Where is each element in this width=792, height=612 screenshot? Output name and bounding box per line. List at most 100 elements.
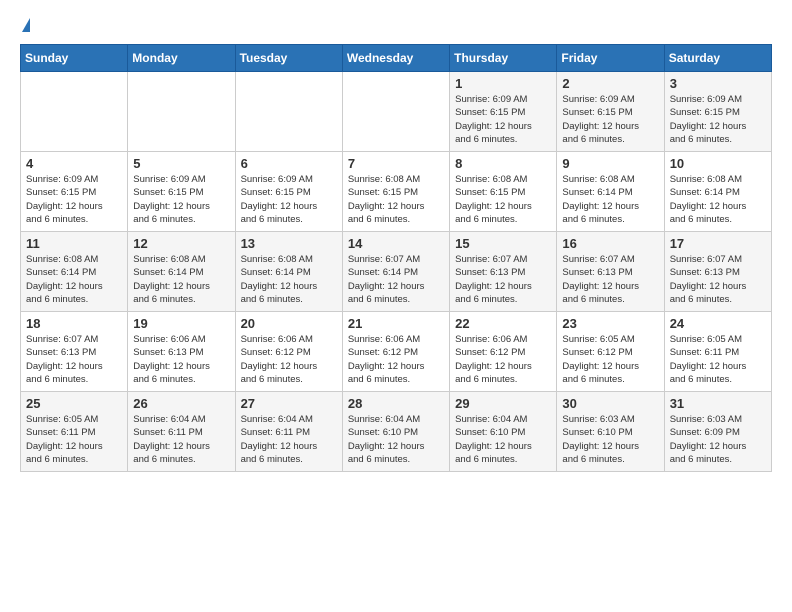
calendar-cell: [235, 72, 342, 152]
calendar-cell: 17 Sunrise: 6:07 AM Sunset: 6:13 PM Dayli…: [664, 232, 771, 312]
cell-content: Sunrise: 6:06 AM Sunset: 6:12 PM Dayligh…: [241, 333, 337, 386]
day-number: 11: [26, 236, 122, 251]
cell-content: Sunrise: 6:08 AM Sunset: 6:14 PM Dayligh…: [670, 173, 766, 226]
day-number: 22: [455, 316, 551, 331]
day-number: 25: [26, 396, 122, 411]
cell-content: Sunrise: 6:09 AM Sunset: 6:15 PM Dayligh…: [455, 93, 551, 146]
calendar-cell: 21 Sunrise: 6:06 AM Sunset: 6:12 PM Dayli…: [342, 312, 449, 392]
calendar-cell: 19 Sunrise: 6:06 AM Sunset: 6:13 PM Dayli…: [128, 312, 235, 392]
calendar-table: SundayMondayTuesdayWednesdayThursdayFrid…: [20, 44, 772, 472]
calendar-cell: 24 Sunrise: 6:05 AM Sunset: 6:11 PM Dayli…: [664, 312, 771, 392]
day-number: 17: [670, 236, 766, 251]
cell-content: Sunrise: 6:06 AM Sunset: 6:13 PM Dayligh…: [133, 333, 229, 386]
day-number: 6: [241, 156, 337, 171]
cell-content: Sunrise: 6:07 AM Sunset: 6:13 PM Dayligh…: [670, 253, 766, 306]
calendar-cell: 8Sunrise: 6:08 AM Sunset: 6:15 PM Daylig…: [450, 152, 557, 232]
calendar-cell: 13 Sunrise: 6:08 AM Sunset: 6:14 PM Dayli…: [235, 232, 342, 312]
calendar-cell: 3 Sunrise: 6:09 AM Sunset: 6:15 PM Daylig…: [664, 72, 771, 152]
day-number: 5: [133, 156, 229, 171]
cell-content: Sunrise: 6:09 AM Sunset: 6:15 PM Dayligh…: [26, 173, 122, 226]
calendar-cell: 23 Sunrise: 6:05 AM Sunset: 6:12 PM Dayli…: [557, 312, 664, 392]
day-number: 1: [455, 76, 551, 91]
calendar-cell: 2 Sunrise: 6:09 AM Sunset: 6:15 PM Daylig…: [557, 72, 664, 152]
day-number: 19: [133, 316, 229, 331]
day-number: 18: [26, 316, 122, 331]
calendar-cell: [342, 72, 449, 152]
weekday-header-saturday: Saturday: [664, 45, 771, 72]
cell-content: Sunrise: 6:08 AM Sunset: 6:14 PM Dayligh…: [241, 253, 337, 306]
day-number: 21: [348, 316, 444, 331]
day-number: 10: [670, 156, 766, 171]
calendar-cell: [21, 72, 128, 152]
day-number: 27: [241, 396, 337, 411]
day-number: 24: [670, 316, 766, 331]
calendar-cell: 11 Sunrise: 6:08 AM Sunset: 6:14 PM Dayli…: [21, 232, 128, 312]
day-number: 3: [670, 76, 766, 91]
cell-content: Sunrise: 6:06 AM Sunset: 6:12 PM Dayligh…: [348, 333, 444, 386]
calendar-cell: 5 Sunrise: 6:09 AM Sunset: 6:15 PM Daylig…: [128, 152, 235, 232]
cell-content: Sunrise: 6:09 AM Sunset: 6:15 PM Dayligh…: [133, 173, 229, 226]
weekday-header-friday: Friday: [557, 45, 664, 72]
day-number: 23: [562, 316, 658, 331]
day-number: 14: [348, 236, 444, 251]
cell-content: Sunrise: 6:04 AM Sunset: 6:11 PM Dayligh…: [133, 413, 229, 466]
calendar-cell: 27Sunrise: 6:04 AM Sunset: 6:11 PM Dayli…: [235, 392, 342, 472]
day-number: 2: [562, 76, 658, 91]
calendar-cell: 9 Sunrise: 6:08 AM Sunset: 6:14 PM Daylig…: [557, 152, 664, 232]
cell-content: Sunrise: 6:06 AM Sunset: 6:12 PM Dayligh…: [455, 333, 551, 386]
day-number: 30: [562, 396, 658, 411]
day-number: 28: [348, 396, 444, 411]
day-number: 13: [241, 236, 337, 251]
cell-content: Sunrise: 6:08 AM Sunset: 6:14 PM Dayligh…: [26, 253, 122, 306]
calendar-cell: 31 Sunrise: 6:03 AM Sunset: 6:09 PM Dayli…: [664, 392, 771, 472]
cell-content: Sunrise: 6:08 AM Sunset: 6:15 PM Dayligh…: [348, 173, 444, 226]
cell-content: Sunrise: 6:03 AM Sunset: 6:10 PM Dayligh…: [562, 413, 658, 466]
cell-content: Sunrise: 6:07 AM Sunset: 6:14 PM Dayligh…: [348, 253, 444, 306]
calendar-cell: 1 Sunrise: 6:09 AM Sunset: 6:15 PM Daylig…: [450, 72, 557, 152]
calendar-cell: [128, 72, 235, 152]
day-number: 20: [241, 316, 337, 331]
cell-content: Sunrise: 6:07 AM Sunset: 6:13 PM Dayligh…: [455, 253, 551, 306]
weekday-header-monday: Monday: [128, 45, 235, 72]
calendar-cell: 29 Sunrise: 6:04 AM Sunset: 6:10 PM Dayli…: [450, 392, 557, 472]
calendar-cell: 16 Sunrise: 6:07 AM Sunset: 6:13 PM Dayli…: [557, 232, 664, 312]
cell-content: Sunrise: 6:05 AM Sunset: 6:11 PM Dayligh…: [26, 413, 122, 466]
calendar-cell: 12Sunrise: 6:08 AM Sunset: 6:14 PM Dayli…: [128, 232, 235, 312]
calendar-cell: 25 Sunrise: 6:05 AM Sunset: 6:11 PM Dayli…: [21, 392, 128, 472]
calendar-cell: 22 Sunrise: 6:06 AM Sunset: 6:12 PM Dayli…: [450, 312, 557, 392]
day-number: 31: [670, 396, 766, 411]
calendar-cell: 6 Sunrise: 6:09 AM Sunset: 6:15 PM Daylig…: [235, 152, 342, 232]
cell-content: Sunrise: 6:04 AM Sunset: 6:10 PM Dayligh…: [348, 413, 444, 466]
cell-content: Sunrise: 6:09 AM Sunset: 6:15 PM Dayligh…: [562, 93, 658, 146]
cell-content: Sunrise: 6:07 AM Sunset: 6:13 PM Dayligh…: [26, 333, 122, 386]
day-number: 29: [455, 396, 551, 411]
cell-content: Sunrise: 6:05 AM Sunset: 6:12 PM Dayligh…: [562, 333, 658, 386]
calendar-cell: 15 Sunrise: 6:07 AM Sunset: 6:13 PM Dayli…: [450, 232, 557, 312]
calendar-cell: 10 Sunrise: 6:08 AM Sunset: 6:14 PM Dayli…: [664, 152, 771, 232]
weekday-header-thursday: Thursday: [450, 45, 557, 72]
calendar-cell: 4 Sunrise: 6:09 AM Sunset: 6:15 PM Daylig…: [21, 152, 128, 232]
calendar-cell: 7Sunrise: 6:08 AM Sunset: 6:15 PM Daylig…: [342, 152, 449, 232]
day-number: 15: [455, 236, 551, 251]
weekday-header-tuesday: Tuesday: [235, 45, 342, 72]
cell-content: Sunrise: 6:04 AM Sunset: 6:10 PM Dayligh…: [455, 413, 551, 466]
calendar-cell: 14 Sunrise: 6:07 AM Sunset: 6:14 PM Dayli…: [342, 232, 449, 312]
cell-content: Sunrise: 6:05 AM Sunset: 6:11 PM Dayligh…: [670, 333, 766, 386]
day-number: 16: [562, 236, 658, 251]
day-number: 9: [562, 156, 658, 171]
cell-content: Sunrise: 6:09 AM Sunset: 6:15 PM Dayligh…: [241, 173, 337, 226]
cell-content: Sunrise: 6:03 AM Sunset: 6:09 PM Dayligh…: [670, 413, 766, 466]
cell-content: Sunrise: 6:08 AM Sunset: 6:14 PM Dayligh…: [133, 253, 229, 306]
day-number: 8: [455, 156, 551, 171]
cell-content: Sunrise: 6:07 AM Sunset: 6:13 PM Dayligh…: [562, 253, 658, 306]
page-header: [20, 20, 772, 34]
cell-content: Sunrise: 6:08 AM Sunset: 6:14 PM Dayligh…: [562, 173, 658, 226]
logo: [20, 20, 31, 34]
logo-triangle-icon: [22, 18, 30, 32]
calendar-cell: 28 Sunrise: 6:04 AM Sunset: 6:10 PM Dayli…: [342, 392, 449, 472]
weekday-header-sunday: Sunday: [21, 45, 128, 72]
cell-content: Sunrise: 6:09 AM Sunset: 6:15 PM Dayligh…: [670, 93, 766, 146]
calendar-cell: 20 Sunrise: 6:06 AM Sunset: 6:12 PM Dayli…: [235, 312, 342, 392]
day-number: 4: [26, 156, 122, 171]
calendar-cell: 30 Sunrise: 6:03 AM Sunset: 6:10 PM Dayli…: [557, 392, 664, 472]
